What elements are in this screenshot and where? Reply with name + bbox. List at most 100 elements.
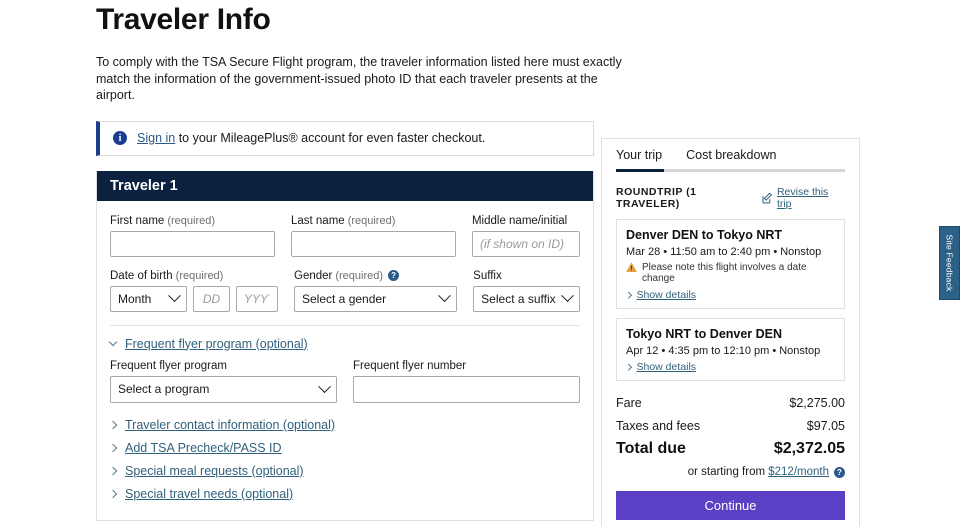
chevron-down-icon [318, 380, 331, 393]
suffix-label: Suffix [473, 270, 580, 282]
ff-program-value: Select a program [118, 382, 209, 396]
first-name-input[interactable] [110, 231, 275, 257]
show-details-label[interactable]: Show details [637, 361, 697, 373]
gender-label: Gender (required) ? [294, 270, 457, 282]
dob-year-input[interactable] [236, 286, 278, 312]
traveler-info-page: Traveler Info To comply with the TSA Sec… [0, 0, 960, 526]
tab-underline [616, 169, 845, 172]
chevron-right-icon [109, 443, 117, 451]
chevron-right-icon [109, 466, 117, 474]
tab-cost-breakdown[interactable]: Cost breakdown [686, 148, 776, 169]
dob-group: Date of birth (required) Month [110, 270, 278, 312]
total-due-row: Total due $2,372.05 [616, 440, 845, 458]
gender-group: Gender (required) ? Select a gender [294, 270, 457, 312]
dob-month-select[interactable]: Month [110, 286, 187, 312]
chevron-right-icon [625, 292, 631, 298]
info-icon: i [113, 131, 127, 145]
first-name-label-text: First name [110, 215, 164, 227]
fare-row: Fare $2,275.00 [616, 396, 845, 410]
warning-triangle-icon [626, 262, 637, 273]
ff-program-select[interactable]: Select a program [110, 376, 337, 403]
flight-details: Apr 12 • 4:35 pm to 12:10 pm • Nonstop [626, 345, 835, 357]
flight-warning: Please note this flight involves a date … [626, 262, 835, 284]
gender-help-icon[interactable]: ? [388, 270, 399, 281]
taxes-label: Taxes and fees [616, 419, 700, 433]
continue-button[interactable]: Continue [616, 491, 845, 520]
accordion-label[interactable]: Add TSA Precheck/PASS ID [125, 441, 282, 455]
tab-your-trip[interactable]: Your trip [616, 148, 662, 169]
tsa-compliance-text: To comply with the TSA Secure Flight pro… [96, 54, 630, 104]
taxes-row: Taxes and fees $97.05 [616, 419, 845, 433]
gender-select[interactable]: Select a gender [294, 286, 457, 312]
accordion-label[interactable]: Frequent flyer program (optional) [125, 337, 308, 351]
flight-warning-text: Please note this flight involves a date … [642, 262, 835, 284]
name-field-row: First name (required) Last name (require… [110, 215, 580, 257]
first-name-group: First name (required) [110, 215, 275, 257]
last-name-input[interactable] [291, 231, 456, 257]
ff-number-group: Frequent flyer number [353, 360, 580, 403]
sign-in-link[interactable]: Sign in [137, 131, 175, 145]
dob-label: Date of birth (required) [110, 270, 278, 282]
dob-required-note: (required) [176, 270, 224, 282]
ff-number-label: Frequent flyer number [353, 360, 580, 372]
trip-summary-sidebar: Your trip Cost breakdown ROUNDTRIP (1 TR… [601, 138, 860, 526]
taxes-value: $97.05 [807, 419, 845, 433]
show-details-label[interactable]: Show details [637, 289, 697, 301]
middle-name-group: Middle name/initial [472, 215, 580, 257]
accordion-traveler-contact-information[interactable]: Traveler contact information (optional) [110, 418, 580, 432]
ff-number-input[interactable] [353, 376, 580, 403]
sidebar-tabs: Your trip Cost breakdown [616, 148, 845, 169]
accordion-special-meal-requests[interactable]: Special meal requests (optional) [110, 464, 580, 478]
chevron-down-icon [168, 289, 181, 302]
dob-month-value: Month [118, 292, 151, 306]
show-details-toggle[interactable]: Show details [626, 361, 835, 373]
site-feedback-label: Site Feedback [945, 235, 955, 292]
monthly-prefix: or starting from [688, 466, 765, 478]
suffix-value: Select a suffix [481, 292, 555, 306]
fare-value: $2,275.00 [789, 396, 845, 410]
flight-title: Denver DEN to Tokyo NRT [626, 228, 835, 242]
first-name-label: First name (required) [110, 215, 275, 227]
show-details-toggle[interactable]: Show details [626, 289, 835, 301]
middle-name-input[interactable] [472, 231, 580, 257]
banner-message: to your MileagePlus® account for even fa… [175, 131, 485, 145]
trip-heading-row: ROUNDTRIP (1 TRAVELER) Revise this trip [616, 186, 845, 210]
page-title: Traveler Info [96, 0, 594, 38]
monthly-financing-row: or starting from $212/month ? [616, 466, 845, 478]
middle-name-label: Middle name/initial [472, 215, 580, 227]
chevron-down-icon [561, 289, 574, 302]
banner-content: Sign in to your MileagePlus® account for… [137, 131, 485, 145]
total-due-value: $2,372.05 [774, 440, 845, 458]
dob-inputs: Month [110, 286, 278, 312]
accordion-label[interactable]: Special meal requests (optional) [125, 464, 304, 478]
accordion-label[interactable]: Traveler contact information (optional) [125, 418, 335, 432]
accordion-special-travel-needs[interactable]: Special travel needs (optional) [110, 487, 580, 501]
chevron-down-icon [438, 289, 451, 302]
accordion-tsa-precheck[interactable]: Add TSA Precheck/PASS ID [110, 441, 580, 455]
main-content-column: Traveler Info To comply with the TSA Sec… [96, 0, 594, 521]
site-feedback-tab[interactable]: Site Feedback [939, 226, 960, 300]
traveler-form-body: First name (required) Last name (require… [97, 201, 593, 520]
gender-required-note: (required) [335, 270, 383, 282]
middle-name-label-text: Middle name/initial [472, 215, 567, 227]
monthly-help-icon[interactable]: ? [834, 467, 845, 478]
frequent-flyer-fields: Frequent flyer program Select a program … [110, 360, 580, 403]
flight-title: Tokyo NRT to Denver DEN [626, 327, 835, 341]
last-name-required-note: (required) [348, 215, 396, 227]
suffix-group: Suffix Select a suffix [473, 270, 580, 312]
accordion-label[interactable]: Special travel needs (optional) [125, 487, 293, 501]
revise-trip-link[interactable]: Revise this trip [762, 186, 845, 210]
flight-details: Mar 28 • 11:50 am to 2:40 pm • Nonstop [626, 246, 835, 258]
flight-card-outbound: Denver DEN to Tokyo NRT Mar 28 • 11:50 a… [616, 219, 845, 309]
dob-day-input[interactable] [193, 286, 230, 312]
pencil-edit-icon [762, 193, 773, 204]
accordion-frequent-flyer-program[interactable]: Frequent flyer program (optional) [110, 337, 580, 351]
fare-label: Fare [616, 396, 642, 410]
monthly-amount-link[interactable]: $212/month [768, 466, 829, 478]
dob-label-text: Date of birth [110, 270, 173, 282]
suffix-select[interactable]: Select a suffix [473, 286, 580, 312]
dob-gender-row: Date of birth (required) Month [110, 270, 580, 312]
traveler-card-header: Traveler 1 [97, 171, 593, 201]
revise-trip-label[interactable]: Revise this trip [777, 186, 845, 210]
last-name-label-text: Last name [291, 215, 345, 227]
